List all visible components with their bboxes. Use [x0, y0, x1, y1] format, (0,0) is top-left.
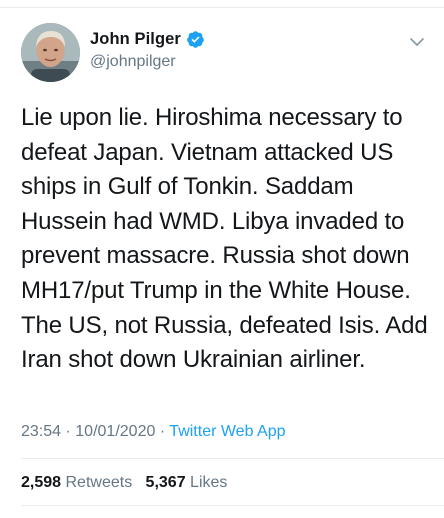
tweet-line: Iran shot down Ukrainian airliner.: [21, 346, 366, 374]
divider: [21, 505, 444, 506]
likes-count: 5,367: [145, 474, 186, 491]
retweets-count: 2,598: [21, 474, 62, 491]
author-handle[interactable]: @johnpilger: [90, 53, 176, 71]
author-name-row[interactable]: John Pilger: [90, 30, 205, 49]
tweet-meta: 23:54 · 10/01/2020 · Twitter Web App: [21, 423, 286, 441]
avatar[interactable]: [21, 23, 80, 82]
top-divider: [0, 7, 444, 8]
likes-stat[interactable]: 5,367 Likes: [146, 474, 228, 491]
tweet-text: Lie upon lie. Hiroshima necessary to def…: [21, 101, 431, 378]
tweet-source-link[interactable]: Twitter Web App: [169, 423, 285, 440]
tweet-line: defeat Japan. Vietnam attacked US: [21, 138, 394, 166]
tweet-line: ships in Gulf of Tonkin. Saddam: [21, 173, 354, 201]
tweet-time[interactable]: 23:54: [21, 423, 61, 440]
tweet-line: The US, not Russia, defeated Isis. Add: [21, 311, 428, 339]
divider: [21, 458, 444, 459]
likes-label: Likes: [190, 474, 228, 491]
retweets-label: Retweets: [65, 474, 133, 491]
profile-photo: [21, 23, 80, 82]
tweet-line: MH17/put Trump in the White House.: [21, 276, 411, 304]
tweet-line: prevent massacre. Russia shot down: [21, 242, 410, 270]
meta-separator: ·: [65, 423, 71, 440]
chevron-down-icon[interactable]: [408, 33, 426, 51]
verified-badge-icon: [186, 30, 205, 49]
meta-separator: ·: [159, 423, 166, 440]
tweet-stats: 2,598 Retweets 5,367 Likes: [21, 474, 227, 492]
tweet-date[interactable]: 10/01/2020: [75, 423, 155, 440]
retweets-stat[interactable]: 2,598 Retweets: [21, 474, 132, 491]
author-display-name[interactable]: John Pilger: [90, 30, 181, 49]
tweet-line: Hussein had WMD. Libya invaded to: [21, 207, 405, 235]
tweet-line: Lie upon lie. Hiroshima necessary to: [21, 104, 403, 131]
